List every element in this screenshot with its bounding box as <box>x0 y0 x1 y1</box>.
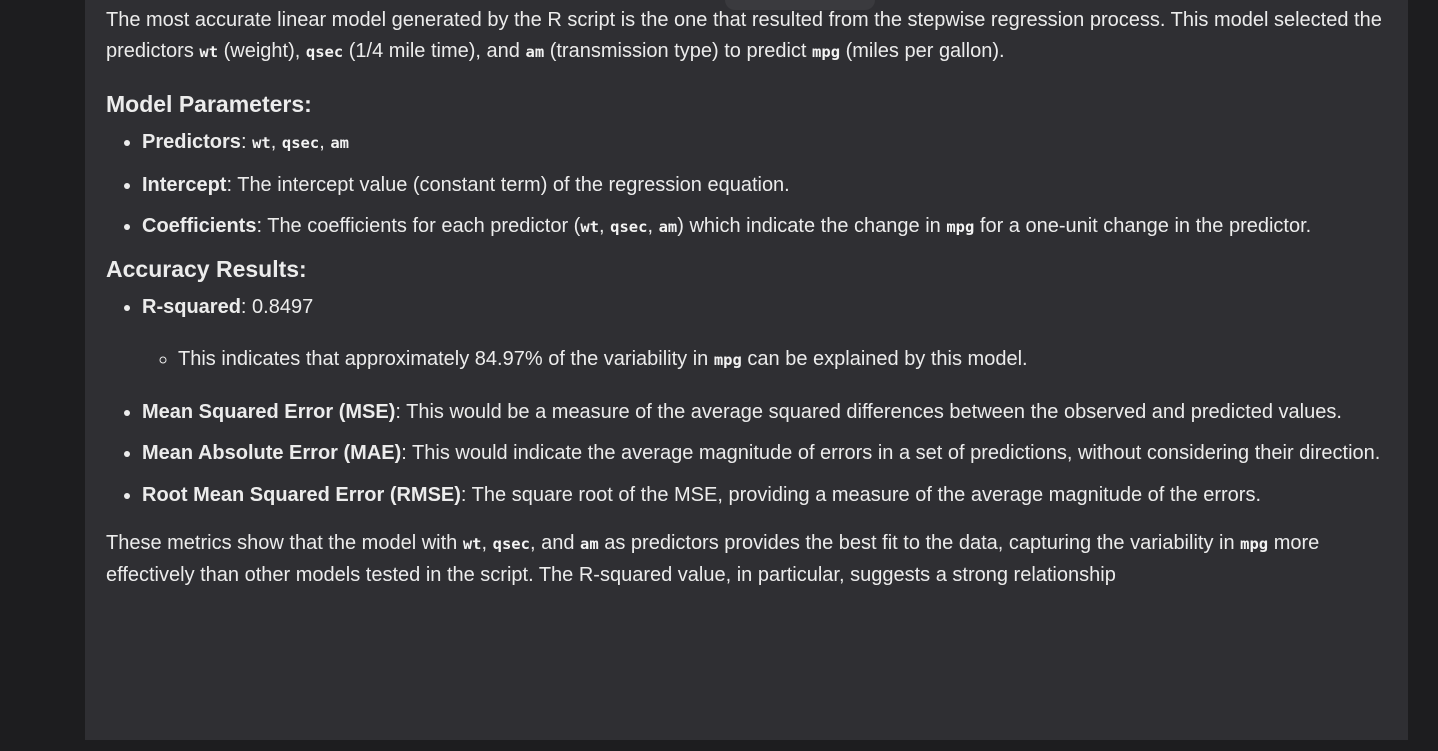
item-text: : 0.8497 <box>240 295 314 318</box>
item-label: Coefficients <box>142 215 257 237</box>
inline-code: qsec <box>610 218 648 236</box>
outro-paragraph: These metrics show that the model with w… <box>106 528 1396 590</box>
item-text: can be explained by this model. <box>741 348 1028 370</box>
item-label: R-squared <box>142 295 241 318</box>
item-text: : This would indicate the average magnit… <box>401 442 1381 464</box>
inline-code: wt <box>580 218 600 236</box>
accuracy-results-heading: Accuracy Results: <box>106 255 307 282</box>
intro-text: (1/4 mile time), and <box>343 39 526 62</box>
model-parameters-list: Predictors: wt, qsec, am Intercept: The … <box>106 127 1396 243</box>
list-item-rmse: Root Mean Squared Error (RMSE): The squa… <box>142 480 1396 511</box>
item-label: Root Mean Squared Error (RMSE) <box>142 483 461 506</box>
item-text: , <box>319 131 331 153</box>
inline-code: wt <box>462 535 482 553</box>
inline-code: am <box>525 42 545 61</box>
chat-message-panel: The most accurate linear model generated… <box>85 0 1408 740</box>
item-text: : The coefficients for each predictor ( <box>256 215 581 237</box>
item-text: , <box>270 131 282 153</box>
inline-code: wt <box>199 42 219 61</box>
assistant-message: The most accurate linear model generated… <box>106 5 1396 590</box>
accuracy-results-list: R-squared: 0.8497 This indicates that ap… <box>106 292 1396 511</box>
item-text: : This would be a measure of the average… <box>395 400 1342 423</box>
inline-code: am <box>330 134 349 152</box>
intro-paragraph: The most accurate linear model generated… <box>106 5 1396 67</box>
outro-text: , <box>481 532 493 554</box>
item-text: : <box>240 131 253 153</box>
list-item-predictors: Predictors: wt, qsec, am <box>142 127 1396 159</box>
item-text: : The square root of the MSE, providing … <box>460 483 1261 506</box>
list-item-mae: Mean Absolute Error (MAE): This would in… <box>142 438 1396 469</box>
list-item-intercept: Intercept: The intercept value (constant… <box>142 170 1396 201</box>
inline-code: wt <box>252 134 271 152</box>
item-text: for a one-unit change in the predictor. <box>974 215 1312 237</box>
outro-text: These metrics show that the model with <box>106 532 463 554</box>
sublist-item: This indicates that approximately 84.97%… <box>178 344 1396 376</box>
item-text: ) which indicate the change in <box>677 215 947 237</box>
outro-text: , and <box>529 532 580 554</box>
inline-code: qsec <box>492 535 530 553</box>
list-item-r-squared: R-squared: 0.8497 This indicates that ap… <box>142 292 1396 376</box>
item-text: , <box>599 215 611 237</box>
item-text: , <box>647 215 659 237</box>
inline-code: mpg <box>713 351 742 369</box>
item-text: : The intercept value (constant term) of… <box>226 173 790 196</box>
intro-text: (transmission type) to predict <box>544 39 813 62</box>
item-label: Mean Absolute Error (MAE) <box>142 442 402 464</box>
inline-code: qsec <box>281 134 320 152</box>
intro-text: (weight), <box>218 39 306 62</box>
item-text: This indicates that approximately 84.97%… <box>178 348 714 370</box>
item-label: Predictors <box>142 131 241 153</box>
inline-code: am <box>658 218 678 236</box>
r-squared-sublist: This indicates that approximately 84.97%… <box>142 344 1396 376</box>
item-label: Intercept <box>142 173 227 196</box>
outro-text: as predictors provides the best fit to t… <box>598 532 1241 554</box>
list-item-coefficients: Coefficients: The coefficients for each … <box>142 211 1396 243</box>
inline-code: mpg <box>946 218 975 236</box>
inline-code: mpg <box>1240 535 1269 553</box>
inline-code: am <box>580 535 599 553</box>
model-parameters-heading: Model Parameters: <box>106 91 312 117</box>
list-item-mse: Mean Squared Error (MSE): This would be … <box>142 397 1396 428</box>
item-label: Mean Squared Error (MSE) <box>142 400 396 423</box>
inline-code: qsec <box>305 42 344 61</box>
app-window: The most accurate linear model generated… <box>0 0 1438 751</box>
inline-code: mpg <box>812 42 841 61</box>
intro-text: (miles per gallon). <box>840 39 1005 62</box>
